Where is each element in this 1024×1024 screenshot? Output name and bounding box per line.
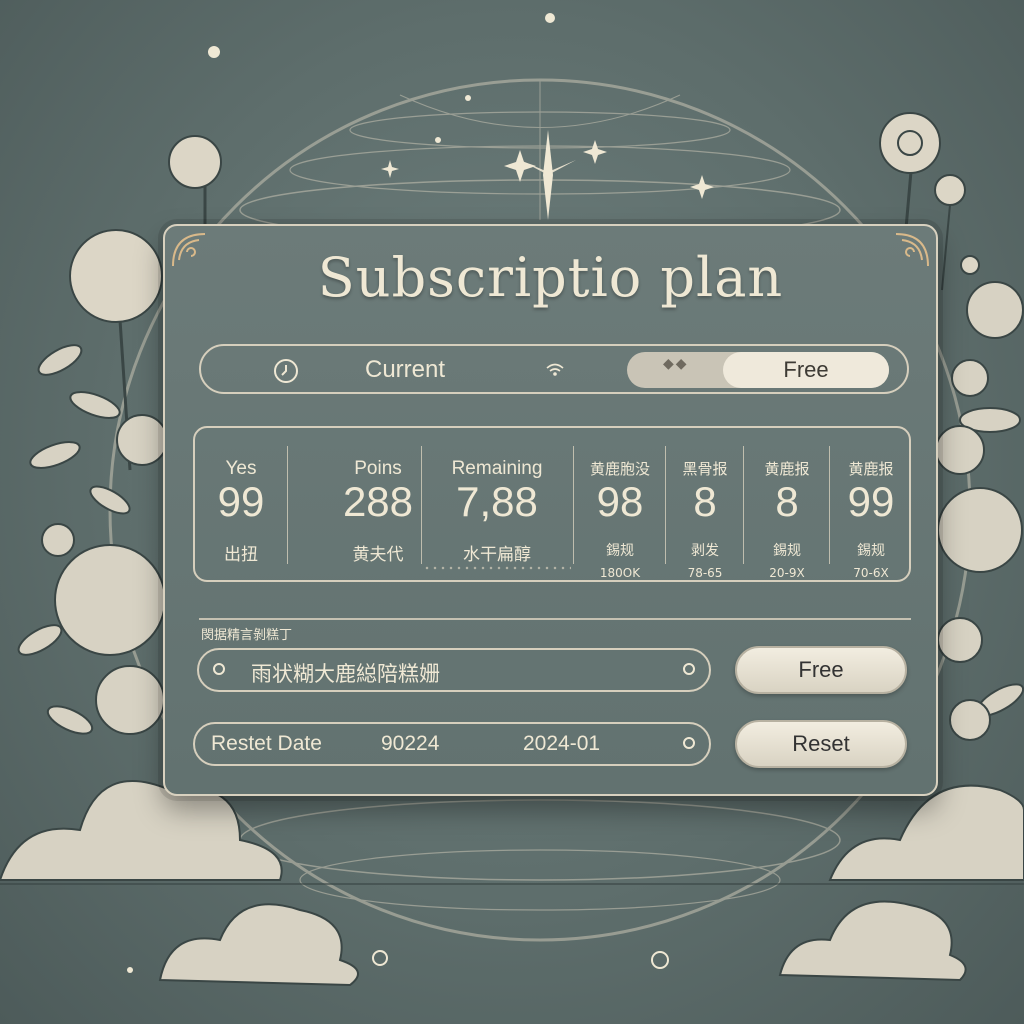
divider xyxy=(287,446,288,564)
stat-card: Yes 99 出扭 xyxy=(195,428,287,580)
radio-dot-icon xyxy=(683,663,695,675)
plan-toggle[interactable]: ◆◆ Free xyxy=(627,352,889,388)
section-heading: 閔据精言剝糕丁 xyxy=(201,628,293,643)
stat-label: Yes xyxy=(225,458,257,479)
stat-label: 黄鹿胞没 xyxy=(589,461,650,478)
stat-sub: 出扭 xyxy=(224,545,258,565)
stat-label: 黑骨报 xyxy=(682,461,728,478)
stat-label: Remaining xyxy=(451,458,543,479)
stat-value: 8 xyxy=(775,478,799,525)
subscription-panel: Subscriptio plan Current ◆◆ Free Yes 99 … xyxy=(163,224,938,796)
stat-card: 黄鹿胞没 98 錫规 180OK xyxy=(575,428,665,580)
reset-date-label: Restet Date xyxy=(211,732,322,755)
right-foliage xyxy=(935,281,1024,741)
stat-sub: 錫规 xyxy=(857,543,885,559)
stat-card: 黄鹿报 99 錫规 70-6X xyxy=(831,428,911,580)
divider xyxy=(665,446,666,564)
plan-field-text: 雨状糊大鹿縂陪糕姗 xyxy=(251,663,440,686)
stats-panel: Yes 99 出扭 Poins 288 黄夫代 Remaining 7,88 水… xyxy=(193,426,911,582)
stat-label: 黄鹿报 xyxy=(764,461,810,478)
left-foliage xyxy=(17,344,168,735)
plan-field[interactable]: 雨状糊大鹿縂陪糕姗 xyxy=(197,648,711,692)
current-label: Current xyxy=(365,356,446,383)
free-button[interactable]: Free xyxy=(735,646,907,694)
page-title: Subscriptio plan xyxy=(317,246,784,309)
radio-dot-icon xyxy=(683,737,695,749)
stat-value: 99 xyxy=(217,478,265,525)
stat-sub-code: 180OK xyxy=(599,566,641,580)
divider xyxy=(573,446,574,564)
clock-icon xyxy=(274,359,298,383)
radio-dot-icon xyxy=(213,663,225,675)
stat-sub-code: 70-6X xyxy=(853,566,889,580)
stat-sub-code: 20-9X xyxy=(769,566,805,580)
stat-value: 8 xyxy=(693,478,717,525)
stat-card: Remaining 7,88 水干扁醇 xyxy=(423,428,571,580)
divider xyxy=(743,446,744,564)
reset-button[interactable]: Reset xyxy=(735,720,907,768)
section-divider xyxy=(199,618,911,620)
wifi-icon xyxy=(546,363,564,376)
toggle-dots-icon: ◆◆ xyxy=(663,356,689,372)
stat-sub: 剥发 xyxy=(691,543,719,559)
stat-label: 黄鹿报 xyxy=(848,461,894,478)
current-plan-bar: Current ◆◆ Free xyxy=(199,344,909,394)
stat-card: 黄鹿报 8 錫规 20-9X xyxy=(745,428,829,580)
reset-date-code: 90224 xyxy=(381,732,440,755)
dotted-rule xyxy=(423,566,571,570)
divider xyxy=(829,446,830,564)
stat-card: 黑骨报 8 剥发 78-65 xyxy=(667,428,743,580)
stat-sub-code: 78-65 xyxy=(687,566,723,580)
stat-value: 99 xyxy=(847,478,895,525)
stat-value: 7,88 xyxy=(456,478,538,525)
stat-sub: 錫规 xyxy=(773,543,801,559)
stat-sub: 錫规 xyxy=(606,543,634,559)
stat-value: 98 xyxy=(596,478,644,525)
reset-date-field[interactable]: Restet Date 90224 2024-01 xyxy=(193,722,711,766)
reset-date-value: 2024-01 xyxy=(523,732,601,755)
divider xyxy=(421,446,422,564)
toggle-free-option[interactable]: Free xyxy=(723,352,889,388)
stat-sub: 水干扁醇 xyxy=(463,545,531,565)
